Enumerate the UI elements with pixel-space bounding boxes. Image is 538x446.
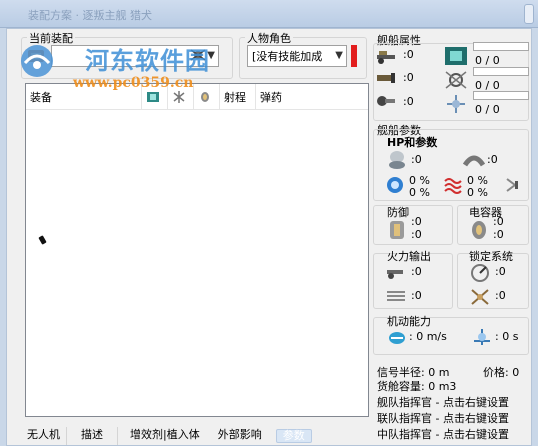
launcher-hardpoint-value: :0 (403, 71, 414, 84)
cpu-icon (445, 47, 467, 65)
cpu-bar (473, 42, 529, 51)
power-grid-icon (173, 91, 185, 103)
app-client-area: 当前装配 ▼ 人物角色 [没有技能加成 ▼ 装备 射程 弹药 无人机 描述 增效… (6, 28, 532, 446)
targeting-value-1: :0 (495, 265, 506, 278)
mobility-label: 机动能力 (387, 315, 431, 328)
column-capacitor[interactable] (194, 84, 220, 110)
thermal-resist-icon (444, 178, 462, 194)
calibration-icon (447, 95, 465, 113)
dps-icon (387, 270, 403, 279)
align-time-value: : 0 s (495, 330, 519, 343)
firepower-value-1: :0 (411, 265, 422, 278)
equipment-list[interactable]: 装备 射程 弹药 (25, 83, 369, 417)
mouse-cursor (38, 235, 47, 245)
upgrade-hardpoint-icon (377, 96, 395, 106)
tab-parameters[interactable]: 参数 (275, 429, 312, 443)
column-ammo[interactable]: 弹药 (256, 84, 366, 110)
squad-commander[interactable]: 中队指挥官 - 点击右键设置 (377, 426, 509, 442)
armor-hp-icon (463, 155, 485, 167)
window-scroll-handle[interactable] (524, 4, 534, 24)
tab-description[interactable]: 描述 (67, 427, 118, 445)
defense-label: 防御 (387, 206, 409, 219)
cpu-icon (147, 92, 159, 102)
turret-hardpoint-icon (377, 51, 395, 64)
targeting-range-icon (471, 264, 489, 282)
defense-value-1: :0 (411, 215, 422, 228)
targeting-value-2: :0 (495, 289, 506, 302)
align-time-icon (474, 329, 490, 345)
armor-hp-value: :0 (487, 153, 498, 166)
capacitor-icon (472, 221, 486, 239)
cpu-value: 0 / 0 (475, 54, 500, 67)
capacitor-value-1: :0 (493, 215, 504, 228)
role-select[interactable]: [没有技能加成 ▼ (247, 45, 347, 67)
capacitor-value-2: :0 (493, 228, 504, 241)
bottom-tab-bar: 无人机 描述 增效剂|植入体 外部影响 参数 (21, 427, 371, 445)
shield-hp-icon (389, 151, 405, 169)
role-select-value: [没有技能加成 (252, 50, 323, 63)
tab-drones[interactable]: 无人机 (21, 427, 67, 445)
cargo-capacity: 货舱容量: 0 m3 (377, 380, 457, 393)
firepower-label: 火力输出 (387, 250, 431, 263)
character-role-label: 人物角色 (245, 30, 293, 46)
shield-hp-value: :0 (411, 153, 422, 166)
role-color-indicator (351, 45, 357, 67)
firepower-value-2: :0 (411, 289, 422, 302)
tab-boosters-implants[interactable]: 增效剂|植入体 (118, 427, 212, 445)
fleet-commander[interactable]: 舰队指挥官 - 点击右键设置 (377, 394, 509, 410)
calibration-bar (473, 91, 529, 100)
em-resist-icon (387, 177, 403, 193)
watermark-url: www.pc0359.cn (73, 75, 194, 91)
power-grid-bar (473, 67, 529, 76)
targeting-label: 锁定系统 (469, 250, 513, 263)
upgrade-hardpoint-value: :0 (403, 95, 414, 108)
capacitor-icon (201, 92, 209, 102)
velocity-value: : 0 m/s (409, 330, 447, 343)
window-title: 装配方案 · 逐叛主舰 猎犬 (28, 9, 152, 22)
volley-icon (387, 291, 405, 301)
tab-external-effects[interactable]: 外部影响 (212, 427, 268, 445)
watermark-logo (21, 45, 53, 77)
watermark-text: 河东软件园 (85, 47, 210, 75)
explosive-resist-value: 0 % (467, 186, 488, 199)
launcher-hardpoint-icon (377, 73, 395, 83)
power-grid-icon (445, 71, 467, 89)
turret-hardpoint-value: :0 (403, 48, 414, 61)
wing-commander[interactable]: 联队指挥官 - 点击右键设置 (377, 410, 509, 426)
price: 价格: 0 (483, 366, 520, 379)
calibration-value: 0 / 0 (475, 103, 500, 116)
thermal-resist-value: 0 % (409, 186, 430, 199)
chevron-down-icon: ▼ (335, 50, 343, 61)
kinetic-resist-icon (506, 178, 518, 192)
title-bar: 装配方案 · 逐叛主舰 猎犬 (0, 0, 538, 28)
scan-resolution-icon (471, 289, 489, 305)
velocity-icon (389, 332, 405, 344)
defense-icon (390, 221, 404, 239)
column-range[interactable]: 射程 (220, 84, 256, 110)
defense-value-2: :0 (411, 228, 422, 241)
